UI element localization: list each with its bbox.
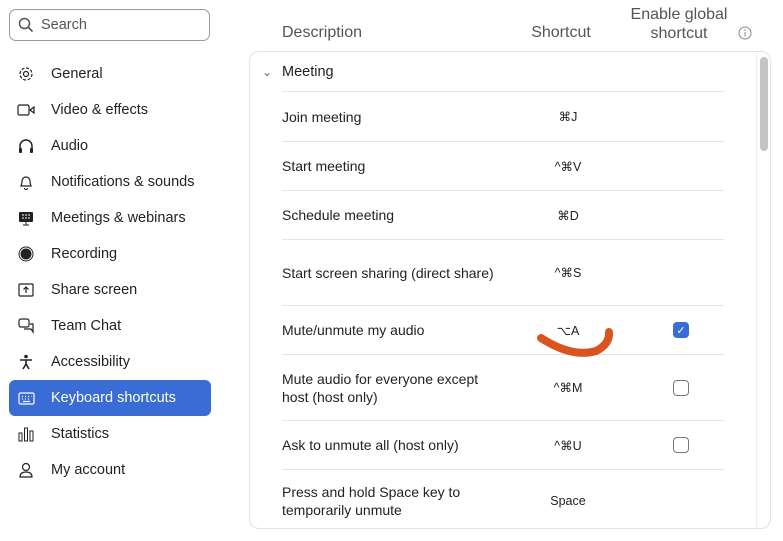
table-row: Mute audio for everyone except host (hos… [282, 354, 724, 420]
group-label: Meeting [282, 64, 334, 80]
chevron-down-icon: ⌄ [262, 65, 273, 79]
sidebar-nav: General Video & effects Audio Notifications… [9, 56, 211, 488]
column-header-description: Description [282, 24, 363, 41]
sidebar-item-keyboard-shortcuts[interactable]: Keyboard shortcuts [9, 380, 211, 416]
sidebar-item-accessibility[interactable]: Accessibility [9, 344, 211, 380]
group-header-meeting[interactable]: ⌄ Meeting [262, 64, 334, 80]
shortcut-keys[interactable]: ^⌘S [518, 265, 618, 280]
scrollbar-thumb[interactable] [760, 57, 768, 151]
column-header-shortcut: Shortcut [531, 24, 591, 41]
headphones-icon [17, 137, 35, 155]
shortcuts-table: ⌄ Meeting Join meeting ⌘J Start meeting ^⌘V… [249, 51, 771, 529]
accessibility-icon [17, 353, 35, 371]
shortcut-description: Start meeting [282, 158, 366, 174]
search-placeholder: Search [41, 17, 87, 33]
table-row: Join meeting ⌘J [282, 91, 724, 141]
global-header-line1: Enable global [630, 6, 728, 23]
shortcut-keys[interactable]: ⌘D [518, 208, 618, 223]
shortcut-description: Mute/unmute my audio [282, 322, 425, 338]
sidebar-item-notifications-sounds[interactable]: Notifications & sounds [9, 164, 211, 200]
shortcut-keys[interactable]: ^⌘U [518, 438, 618, 453]
shortcut-keys[interactable]: ⌘J [518, 109, 618, 124]
table-row: Ask to unmute all (host only) ^⌘U [282, 420, 724, 469]
sidebar-item-label: My account [51, 462, 126, 478]
sidebar-item-label: General [51, 66, 103, 82]
column-header-global: Enable global shortcut [619, 5, 739, 43]
shortcut-keys[interactable]: ⌥A [518, 323, 618, 338]
sidebar-item-team-chat[interactable]: Team Chat [9, 308, 211, 344]
shortcut-description: Start screen sharing (direct share) [282, 264, 494, 281]
sidebar-item-my-account[interactable]: My account [9, 452, 211, 488]
chat-icon [17, 317, 35, 335]
global-shortcut-checkbox[interactable] [673, 437, 689, 453]
sidebar-item-statistics[interactable]: Statistics [9, 416, 211, 452]
shortcut-keys[interactable]: ^⌘M [518, 380, 618, 395]
scrollbar-track [756, 52, 757, 528]
shortcut-keys[interactable]: Space [518, 494, 618, 508]
sidebar-item-label: Audio [51, 138, 89, 154]
sidebar-item-label: Accessibility [51, 354, 130, 370]
sidebar-item-recording[interactable]: Recording [9, 236, 211, 272]
sidebar-item-label: Recording [51, 246, 118, 262]
shortcut-description: Join meeting [282, 108, 362, 125]
shortcut-description: Press and hold Space key to temporarily … [282, 483, 461, 518]
shortcut-description: Mute audio for everyone except host (hos… [282, 370, 479, 405]
table-row: Schedule meeting ⌘D [282, 190, 724, 239]
shortcut-description: Schedule meeting [282, 207, 395, 223]
global-header-line2: shortcut [650, 25, 708, 42]
search-input[interactable]: Search [9, 9, 210, 41]
sidebar-item-audio[interactable]: Audio [9, 128, 211, 164]
gear-icon [17, 65, 35, 83]
sidebar-item-label: Video & effects [51, 102, 149, 118]
table-row: Start screen sharing (direct share) ^⌘S [282, 239, 724, 305]
info-icon[interactable] [738, 26, 752, 40]
table-row: Press and hold Space key to temporarily … [282, 469, 724, 528]
sidebar-item-label: Notifications & sounds [51, 174, 195, 190]
sidebar-item-video-effects[interactable]: Video & effects [9, 92, 211, 128]
user-icon [17, 461, 35, 479]
meetings-icon [17, 209, 35, 227]
sidebar-item-label: Share screen [51, 282, 138, 298]
sidebar-item-meetings-webinars[interactable]: Meetings & webinars [9, 200, 211, 236]
video-icon [17, 101, 35, 119]
statistics-icon [17, 425, 35, 443]
share-screen-icon [17, 281, 35, 299]
search-icon [18, 17, 34, 33]
global-shortcut-checkbox[interactable] [673, 379, 689, 396]
sidebar-item-label: Team Chat [51, 318, 122, 334]
bell-icon [17, 173, 35, 191]
table-row: Mute/unmute my audio ⌥A ✓ [282, 305, 724, 354]
sidebar-item-label: Statistics [51, 426, 110, 442]
shortcut-description: Ask to unmute all (host only) [282, 437, 459, 453]
table-row: Start meeting ^⌘V [282, 141, 724, 190]
record-icon [17, 245, 35, 263]
sidebar-item-label: Meetings & webinars [51, 210, 186, 226]
global-shortcut-checkbox[interactable]: ✓ [673, 322, 689, 338]
keyboard-icon [17, 389, 35, 407]
sidebar-item-label: Keyboard shortcuts [51, 390, 176, 406]
sidebar-item-general[interactable]: General [9, 56, 211, 92]
shortcut-keys[interactable]: ^⌘V [518, 159, 618, 174]
sidebar-item-share-screen[interactable]: Share screen [9, 272, 211, 308]
